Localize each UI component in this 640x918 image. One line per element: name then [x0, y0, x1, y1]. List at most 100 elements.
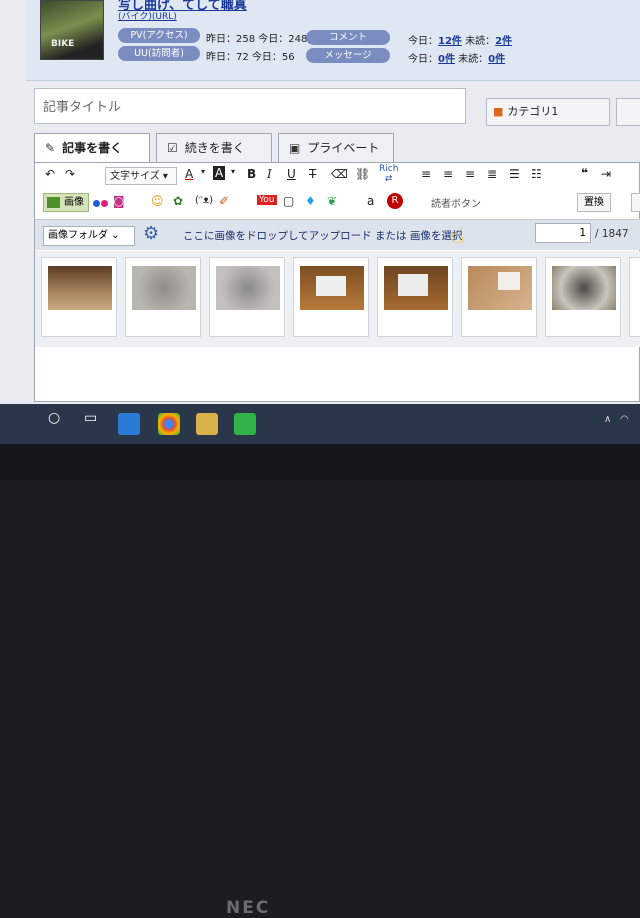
rich-label: Rich — [379, 164, 399, 174]
instagram-icon[interactable]: ◙ — [113, 194, 125, 208]
pv-values: 昨日：258 今日：248 — [206, 34, 308, 45]
image-thumbnail-list — [35, 251, 640, 347]
hand-cursor-icon: ☝ — [451, 224, 465, 249]
wifi-icon[interactable]: ◠ — [620, 414, 629, 425]
quote-icon[interactable]: ❝ — [581, 166, 588, 180]
edge-icon[interactable] — [118, 413, 140, 435]
background-color-dropdown-icon[interactable]: ▾ — [231, 167, 235, 176]
redo-icon[interactable]: ↷ — [65, 167, 75, 181]
link-icon[interactable]: ⛓ — [355, 167, 370, 181]
comment-label: コメント — [306, 30, 390, 45]
image-icon — [47, 197, 60, 208]
clear-format-icon[interactable]: ⌫ — [331, 167, 348, 181]
media-bar: 画像フォルダ ⌄ ⚙ ここに画像をドロップしてアップロード または 画像を選択 … — [35, 219, 640, 250]
bullet-list-icon[interactable]: ☰ — [509, 167, 520, 181]
blog-thumbnail[interactable]: BIKE — [40, 0, 104, 60]
article-title-input[interactable]: 記事タイトル — [34, 88, 466, 124]
replace-button[interactable]: 置換 — [577, 193, 611, 212]
folder-icon: ■ — [493, 105, 504, 118]
category-button[interactable]: ■ カテゴリ1 — [486, 98, 610, 126]
thumbnail-text: BIKE — [51, 39, 75, 49]
category-label: カテゴリ1 — [507, 105, 559, 118]
uu-label: UU(訪問者) — [118, 46, 200, 61]
niconico-icon[interactable]: ▢ — [283, 194, 294, 208]
twitter-icon[interactable]: ♦ — [305, 194, 316, 208]
rakuten-icon[interactable]: R — [387, 193, 403, 209]
align-center-icon[interactable]: ≡ — [443, 167, 453, 181]
evernote-icon[interactable]: ❦ — [327, 194, 337, 208]
windows-taskbar: ○ ▭ ∧ ◠ — [0, 404, 640, 444]
edit-icon: ☑ — [167, 141, 178, 155]
message-stats: 今日：0件 未読：0件 — [408, 50, 505, 65]
text-color-dropdown-icon[interactable]: ▾ — [201, 167, 205, 176]
stamp-icon[interactable]: ✿ — [173, 194, 183, 208]
undo-icon[interactable]: ↶ — [45, 167, 55, 181]
chrome-icon[interactable] — [158, 413, 180, 435]
comment-today-count[interactable]: 12件 — [438, 36, 462, 47]
image-thumbnail[interactable] — [209, 257, 285, 337]
editor-panel: ↶ ↷ 文字サイズ ▾ A ▾ A ▾ B I U T ⌫ ⛓ Rich ⇄ ≡ … — [34, 162, 640, 402]
category-extra-button[interactable] — [616, 98, 640, 126]
blog-stats-panel: BIKE 写し曲げ、てして職真 (バイク)(URL) PV(アクセス) 昨日：2… — [26, 0, 640, 81]
bold-icon[interactable]: B — [247, 167, 256, 181]
message-today-label: 今日： — [408, 54, 438, 65]
emoji-icon[interactable]: ☺ — [151, 194, 164, 208]
image-thumbnail[interactable] — [41, 257, 117, 337]
indent-icon[interactable]: ⇥ — [601, 167, 611, 181]
reader-button[interactable]: 読者ボタン — [431, 195, 481, 210]
tab-label: 記事を書く — [62, 141, 123, 155]
strikethrough-icon[interactable]: T — [309, 167, 316, 181]
image-thumbnail[interactable] — [377, 257, 453, 337]
file-explorer-icon[interactable] — [196, 413, 218, 435]
tab-continue-article[interactable]: ☑ 続きを書く — [156, 133, 272, 163]
message-today-count[interactable]: 0件 — [438, 54, 455, 65]
text-color-icon[interactable]: A — [185, 167, 193, 181]
align-left-icon[interactable]: ≡ — [421, 167, 431, 181]
toolbar-extra-button[interactable] — [631, 193, 640, 212]
monitor-bezel: NEC — [0, 444, 640, 918]
message-unread-label: 未読： — [458, 54, 489, 65]
italic-icon[interactable]: I — [267, 167, 272, 181]
toolbar-row-1: ↶ ↷ 文字サイズ ▾ A ▾ A ▾ B I U T ⌫ ⛓ Rich ⇄ ≡ … — [35, 163, 640, 189]
image-folder-select[interactable]: 画像フォルダ ⌄ — [43, 226, 135, 246]
image-thumbnail[interactable] — [545, 257, 621, 337]
tab-label: プライベート — [307, 141, 380, 155]
search-icon[interactable]: ○ — [48, 410, 60, 426]
comment-unread-count[interactable]: 2件 — [495, 36, 512, 47]
message-label: メッセージ — [306, 48, 390, 63]
tab-write-article[interactable]: ✎ 記事を書く — [34, 133, 150, 164]
line-app-icon[interactable] — [234, 413, 256, 435]
justify-icon[interactable]: ≣ — [487, 167, 497, 181]
article-category-links[interactable]: (バイク)(URL) — [118, 9, 177, 22]
private-icon: ▣ — [289, 141, 301, 155]
toolbar-row-2: 画像 ◙ ☺ ✿ (ᵔᴥ) ✐ You ▢ ♦ ❦ a R 読者ボタン 置換 — [35, 189, 640, 217]
flickr-icon[interactable] — [93, 200, 100, 207]
message-unread-count[interactable]: 0件 — [488, 54, 505, 65]
folder-select-label: 画像フォルダ — [48, 230, 108, 241]
youtube-icon[interactable]: You — [257, 195, 277, 205]
pen-decoration-icon[interactable]: ✐ — [219, 194, 229, 208]
font-size-select[interactable]: 文字サイズ ▾ — [105, 167, 177, 185]
image-thumbnail[interactable] — [293, 257, 369, 337]
rich-link-icon[interactable]: Rich ⇄ — [379, 164, 398, 184]
image-thumbnail[interactable] — [125, 257, 201, 337]
tray-chevron-icon[interactable]: ∧ — [604, 414, 611, 425]
tab-label: 続きを書く — [184, 141, 245, 155]
image-label: 画像 — [64, 197, 84, 208]
numbered-list-icon[interactable]: ☷ — [531, 167, 542, 181]
drop-upload-text[interactable]: ここに画像をドロップしてアップロード または 画像を選択 — [183, 228, 462, 243]
task-view-icon[interactable]: ▭ — [84, 410, 97, 426]
gear-icon[interactable]: ⚙ — [143, 223, 159, 244]
image-thumbnail[interactable] — [461, 257, 537, 337]
tab-private[interactable]: ▣ プライベート — [278, 133, 394, 163]
comment-stats: 今日：12件 未読：2件 — [408, 32, 512, 47]
kaomoji-icon[interactable]: (ᵔᴥ) — [195, 195, 213, 206]
underline-icon[interactable]: U — [287, 167, 296, 181]
image-thumbnail[interactable] — [629, 257, 640, 337]
pv-label: PV(アクセス) — [118, 28, 200, 43]
image-button[interactable]: 画像 — [43, 193, 89, 212]
page-number-input[interactable]: 1 — [535, 223, 591, 243]
background-color-icon[interactable]: A — [213, 166, 226, 180]
align-right-icon[interactable]: ≡ — [465, 167, 475, 181]
amazon-icon[interactable]: a — [367, 194, 374, 208]
